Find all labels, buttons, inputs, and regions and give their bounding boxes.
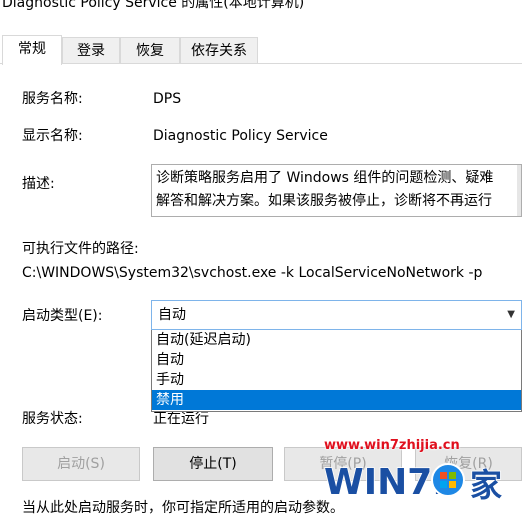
display-name-value: Diagnostic Policy Service [153,128,328,144]
win7-logo: WIN7. 家 [323,461,503,504]
description-scrollbar[interactable] [517,165,521,216]
tab-general[interactable]: 常规 [2,35,62,65]
tab-recovery[interactable]: 恢复 [120,37,180,64]
window-title: Diagnostic Policy Service 的属性(本地计算机) [2,0,305,11]
chevron-down-icon[interactable]: ▼ [507,301,515,329]
description-textbox[interactable]: 诊断策略服务启用了 Windows 组件的问题检测、疑难 解答和解决方案。如果该… [151,164,522,217]
startup-option-disabled[interactable]: 禁用 [152,390,521,410]
description-label: 描述: [22,176,55,192]
description-line-2: 解答和解决方案。如果该服务被停止，诊断将不再运行 [156,193,492,209]
service-name-value: DPS [153,91,182,107]
description-line-1: 诊断策略服务启用了 Windows 组件的问题检测、疑难 [156,170,494,186]
tab-logon[interactable]: 登录 [62,37,120,64]
display-name-label: 显示名称: [22,128,83,144]
service-name-label: 服务名称: [22,91,83,107]
tab-dependencies[interactable]: 依存关系 [180,37,258,64]
windows-flag-green [449,472,456,479]
startup-type-combobox[interactable]: 自动 ▼ [151,300,522,330]
startup-params-hint: 当从此处启动服务时，你可指定所适用的启动参数。 [22,500,344,516]
startup-type-dropdown-list: 自动(延迟启动) 自动 手动 禁用 [151,330,522,412]
start-button[interactable]: 启动(S) [22,447,140,481]
watermark-logo-text: WIN7. [324,462,446,503]
site-watermark: www.win7zhijia.cn WIN7. 家 [320,434,522,516]
exe-path-label: 可执行文件的路径: [22,241,139,257]
startup-type-selected: 自动 [158,307,186,323]
windows-orb-icon [431,463,465,497]
watermark-url: www.win7zhijia.cn [324,438,460,453]
tab-divider [0,63,522,64]
startup-option-manual[interactable]: 手动 [152,370,521,390]
watermark-logo-char: 家 [470,466,502,504]
startup-type-label: 启动类型(E): [22,308,103,324]
windows-flag-red [440,472,447,479]
exe-path-value: C:\WINDOWS\System32\svchost.exe -k Local… [22,265,483,281]
service-status-label: 服务状态: [22,411,83,427]
windows-flag-yellow [449,481,456,488]
startup-option-auto[interactable]: 自动 [152,350,521,370]
windows-flag-blue [440,481,447,488]
tab-strip: 常规 登录 恢复 依存关系 [0,35,522,65]
service-status-value: 正在运行 [153,411,209,427]
stop-button[interactable]: 停止(T) [153,447,273,481]
startup-option-auto-delayed[interactable]: 自动(延迟启动) [152,330,521,350]
